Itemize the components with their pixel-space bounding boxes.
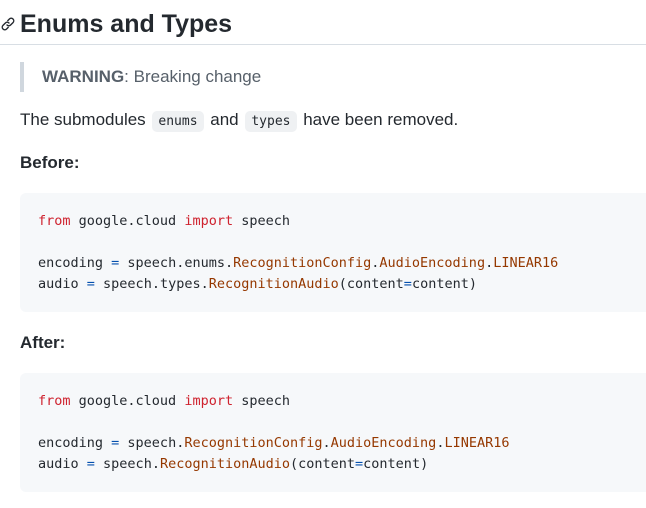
code-line: encoding = speech.RecognitionConfig.Audi… bbox=[38, 435, 510, 451]
before-code-block[interactable]: from google.cloud import speech encoding … bbox=[20, 193, 646, 312]
page-title: Enums and Types bbox=[20, 10, 233, 38]
intro-suffix: have been removed. bbox=[298, 110, 459, 129]
after-heading: After: bbox=[20, 333, 66, 352]
warning-text: Breaking change bbox=[128, 67, 262, 86]
inline-code-enums: enums bbox=[152, 111, 204, 132]
inline-code-types: types bbox=[245, 111, 297, 132]
section-heading: Enums and Types bbox=[0, 4, 646, 45]
code-line: from google.cloud import speech bbox=[38, 393, 290, 409]
code-line: audio = speech.types.RecognitionAudio(co… bbox=[38, 276, 477, 292]
code-line: from google.cloud import speech bbox=[38, 213, 290, 229]
after-code-block[interactable]: from google.cloud import speech encoding … bbox=[20, 373, 646, 492]
code-line: audio = speech.RecognitionAudio(content=… bbox=[38, 456, 429, 472]
intro-paragraph: The submodules enums and types have been… bbox=[20, 106, 458, 136]
intro-middle: and bbox=[205, 110, 244, 129]
intro-prefix: The submodules bbox=[20, 110, 151, 129]
link-icon[interactable] bbox=[0, 16, 16, 32]
code-line: encoding = speech.enums.RecognitionConfi… bbox=[38, 255, 559, 271]
warning-blockquote: WARNING: Breaking change bbox=[20, 62, 620, 92]
before-heading: Before: bbox=[20, 153, 80, 172]
warning-label: WARNING bbox=[42, 67, 125, 86]
